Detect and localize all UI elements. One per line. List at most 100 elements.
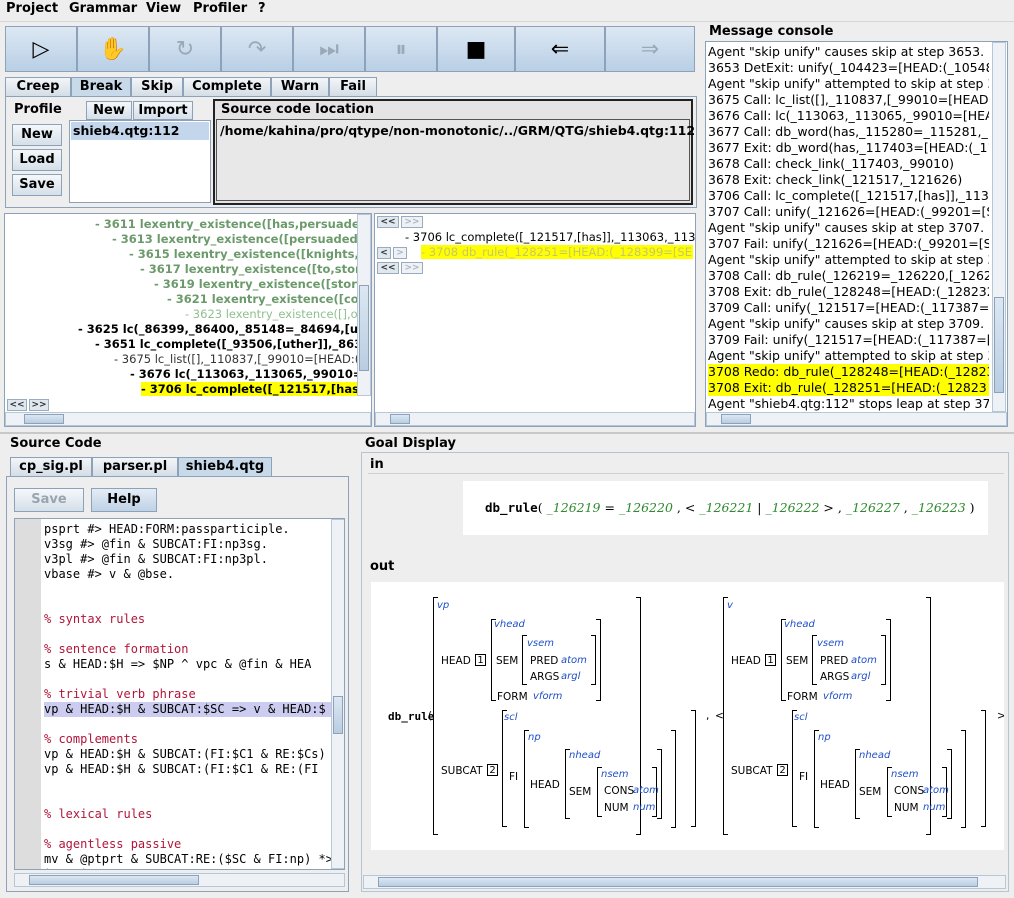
tree-node[interactable]: - 3623 lexentry_existence([],ok) xyxy=(185,307,369,321)
avm-bracket xyxy=(723,597,728,835)
goal-arg: _126219 xyxy=(546,500,605,515)
tree-node[interactable]: - 3621 lexentry_existence([cornw xyxy=(167,292,371,306)
tree-node[interactable]: - 3613 lexentry_existence([persuaded,kni… xyxy=(112,232,371,246)
avm-bracket xyxy=(591,635,596,685)
tab-skip[interactable]: Skip xyxy=(131,77,183,97)
tree-node-current[interactable]: - 3706 lc_complete([_121517,[has]],_1 xyxy=(141,382,371,396)
menu-view[interactable]: View xyxy=(146,1,181,16)
code-line: % trivial verb phrase xyxy=(44,687,196,701)
forward-button[interactable]: ⇒ xyxy=(605,26,695,72)
tree-next-button[interactable]: >> xyxy=(29,399,49,411)
tab-warn[interactable]: Warn xyxy=(271,77,329,97)
tree-hscroll[interactable] xyxy=(5,412,371,426)
console-message: 3708 Call: db_rule(_126219=_126220,[_126… xyxy=(708,268,989,283)
source-location-box: Source code location /home/kahina/pro/qt… xyxy=(213,99,695,205)
console-hscroll[interactable] xyxy=(706,412,1007,426)
source-hscroll[interactable] xyxy=(14,873,345,887)
console-vscroll[interactable] xyxy=(992,42,1006,412)
avm-bracket xyxy=(947,749,952,819)
avm-tag-wrap: 2 xyxy=(485,764,498,776)
avm-bracket xyxy=(881,635,886,685)
menu-profiler[interactable]: Profiler xyxy=(193,1,247,16)
agent-new-button[interactable]: New xyxy=(86,101,132,120)
console-message: Agent "skip unify" attempted to skip at … xyxy=(708,252,989,267)
avm-feature: PRED xyxy=(820,655,849,667)
tree-vscroll[interactable] xyxy=(357,214,371,396)
avm-bracket xyxy=(671,730,676,828)
creep-play-button[interactable]: ▷ xyxy=(5,26,77,72)
console-message: 3676 Call: lc(_113063,_113065,_99010=[HE… xyxy=(708,108,989,123)
stop-button[interactable]: ■ xyxy=(437,26,515,72)
stack-prev-button[interactable]: << xyxy=(377,216,399,228)
avm-type: vsem xyxy=(527,638,555,649)
code-line: v3sg #> @fin & SUBCAT:FI:np3sg. xyxy=(44,537,268,551)
source-help-button[interactable]: Help xyxy=(91,488,157,512)
stack-frame-current[interactable]: - 3708 db_rule(_128251=[HEAD:(_128399=[S… xyxy=(421,245,693,259)
code-line: % lexical rules xyxy=(44,807,153,821)
tab-parser[interactable]: parser.pl xyxy=(92,457,178,477)
tree-prev-button[interactable]: << xyxy=(7,399,27,411)
tree-node[interactable]: - 3615 lexentry_existence([knights,to,st… xyxy=(129,247,371,261)
tree-node[interactable]: - 3611 lexentry_existence([has,persuaded… xyxy=(95,217,371,231)
goal-arg: _126220 xyxy=(618,500,677,515)
avm-type: nhead xyxy=(859,750,891,761)
tab-shieb4[interactable]: shieb4.qtg xyxy=(178,457,272,477)
tree-node[interactable]: - 3676 lc(_113063,_113065,_99010=[HEA xyxy=(130,367,371,381)
goal-hscroll[interactable] xyxy=(363,875,1006,889)
tree-node[interactable]: - 3675 lc_list([],_110837,[_99010=[HEAD:… xyxy=(114,352,371,366)
stack-right-button[interactable]: > xyxy=(393,247,407,259)
tree-node[interactable]: - 3651 lc_complete([_93506,[uther]],_863… xyxy=(95,337,371,351)
avm-feature: CONS xyxy=(604,785,635,797)
tab-break[interactable]: Break xyxy=(71,77,131,97)
goal-out-label: out xyxy=(370,559,395,574)
avm-feature: FI xyxy=(509,771,519,783)
restart-button[interactable]: ↻ xyxy=(149,26,221,72)
source-editor[interactable]: psprt #> HEAD:FORM:passparticiple. v3sg #… xyxy=(14,518,345,870)
stop-icon: ■ xyxy=(465,36,487,62)
profile-load-button[interactable]: Load xyxy=(12,149,62,171)
avm-sep: , xyxy=(706,710,710,722)
profile-new-button[interactable]: New xyxy=(12,124,62,146)
avm-bracket xyxy=(524,730,529,828)
stack-left-button[interactable]: < xyxy=(377,247,391,259)
stack-hscroll[interactable] xyxy=(375,412,695,426)
stack-prev2-button[interactable]: << xyxy=(377,262,399,274)
tab-complete[interactable]: Complete xyxy=(183,77,271,97)
pause-button[interactable]: ⏸ xyxy=(365,26,437,72)
code-line: psprt #> HEAD:FORM:passparticiple. xyxy=(44,522,290,536)
stack-next2-button[interactable]: >> xyxy=(401,262,423,274)
source-location-title: Source code location xyxy=(221,102,375,117)
tree-node[interactable]: - 3617 lexentry_existence([to,storm,co xyxy=(140,262,371,276)
profile-save-button[interactable]: Save xyxy=(12,174,62,196)
avm-bracket xyxy=(636,597,641,835)
code-line: mv & @ptprt & SUBCAT:RE:($SC & FI:np) *> xyxy=(44,852,333,866)
source-save-button[interactable]: Save xyxy=(14,488,84,512)
stop-hand-button[interactable]: ✋ xyxy=(77,26,149,72)
menu-project[interactable]: Project xyxy=(6,1,58,16)
tab-creep[interactable]: Creep xyxy=(5,77,71,97)
tree-node[interactable]: - 3625 lc(_86399,_86400,_85148=_84694,[u… xyxy=(78,322,371,336)
tab-fail[interactable]: Fail xyxy=(329,77,377,97)
back-arrow-icon: ⇐ xyxy=(550,36,570,62)
avm-type: vhead xyxy=(494,619,525,630)
avm-bracket xyxy=(657,749,662,819)
avm-bracket xyxy=(792,710,797,827)
stack-next-button[interactable]: >> xyxy=(401,216,423,228)
menu-grammar[interactable]: Grammar xyxy=(69,1,137,16)
avm-tag-wrap: 2 xyxy=(775,764,788,776)
avm-feature: PRED xyxy=(530,655,559,667)
restart-icon: ↻ xyxy=(175,36,195,62)
tab-cp-sig[interactable]: cp_sig.pl xyxy=(10,457,92,477)
fast-forward-button[interactable]: ⏭ xyxy=(293,26,365,72)
agent-import-button[interactable]: Import xyxy=(133,101,193,120)
menu-help[interactable]: ? xyxy=(258,1,266,16)
redo-button[interactable]: ↷ xyxy=(221,26,293,72)
stack-frame[interactable]: - 3706 lc_complete([_121517,[has]],_1130… xyxy=(405,230,695,244)
back-button[interactable]: ⇐ xyxy=(515,26,605,72)
agent-list-item[interactable]: shieb4.qtg:112 xyxy=(71,122,209,140)
source-vscroll[interactable] xyxy=(331,519,344,869)
tree-node[interactable]: - 3619 lexentry_existence([storm,c xyxy=(154,277,371,291)
avm-feature: ARGS xyxy=(530,671,560,683)
